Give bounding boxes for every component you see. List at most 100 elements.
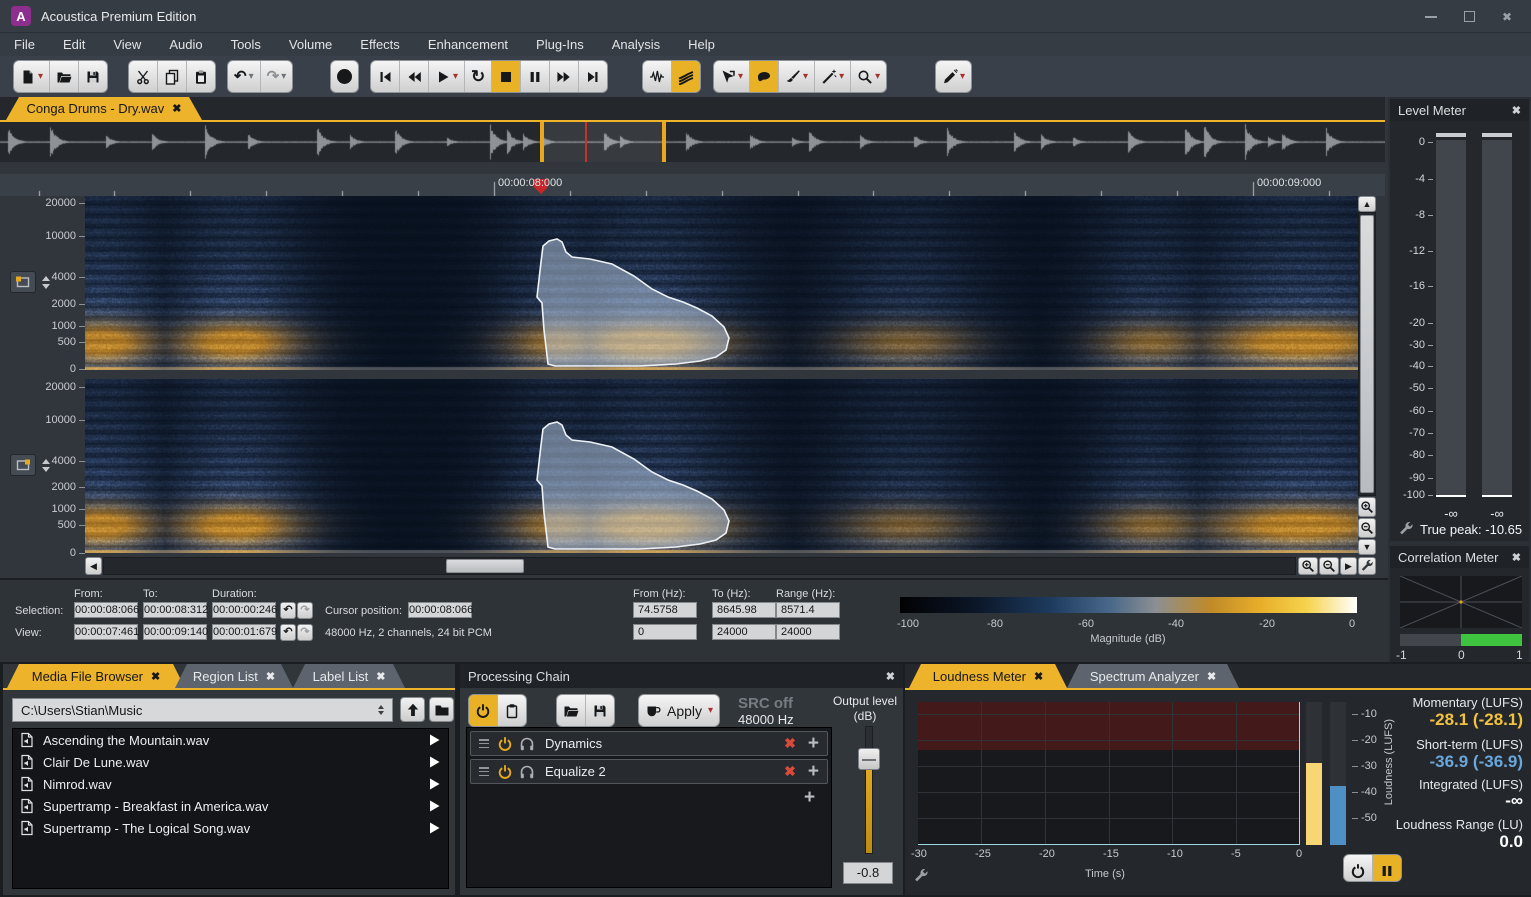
view-duration-field[interactable]: 00:00:01:679 [212,624,276,640]
tab-close-icon[interactable]: ✖ [266,670,275,683]
tab-close-icon[interactable]: ✖ [376,670,385,683]
view-from-hz-field[interactable]: 0 [633,624,697,640]
maximize-button[interactable] [1461,9,1477,25]
add-effect-icon[interactable]: + [808,734,819,753]
file-row[interactable]: Clair De Lune.wav [13,751,448,773]
channel-1-spinner[interactable] [40,271,51,293]
vertical-zoom-out-button[interactable] [1358,518,1376,538]
waveform-view-button[interactable] [643,61,672,92]
selection-to-hz-field[interactable]: 8645.98 [712,602,776,618]
remove-effect-icon[interactable]: ✖ [784,735,796,752]
view-region-right-handle[interactable] [662,122,666,162]
menu-analysis[interactable]: Analysis [598,33,674,56]
remove-effect-icon[interactable]: ✖ [784,763,796,780]
paste-button[interactable] [187,61,215,92]
menu-plugins[interactable]: Plug-Ins [522,33,598,56]
selection-duration-field[interactable]: 00:00:00:246 [212,602,276,618]
selection-range-hz-field[interactable]: 8571.4 [776,602,840,618]
correlation-meter-close-icon[interactable]: ✖ [1512,551,1521,564]
save-file-button[interactable] [79,61,107,92]
spectral-selection-channel-1[interactable] [85,196,1358,370]
minimize-button[interactable] [1423,9,1439,25]
brush-tool-button[interactable]: ▾ [779,61,815,92]
cut-button[interactable] [129,61,158,92]
skip-to-end-button[interactable] [579,61,607,92]
spectral-selection-channel-2[interactable] [85,379,1358,553]
pause-button[interactable] [521,61,550,92]
file-row[interactable]: Nimrod.wav [13,773,448,795]
vertical-scroll-down-button[interactable]: ▼ [1358,539,1376,555]
file-preview-play-button[interactable] [426,798,442,814]
menu-volume[interactable]: Volume [275,33,346,56]
new-file-button[interactable]: ▾ [14,61,50,92]
selection-from-hz-field[interactable]: 74.5758 [633,602,697,618]
fast-forward-button[interactable] [550,61,579,92]
chain-save-button[interactable] [586,695,614,726]
effect-monitor-icon[interactable] [519,764,535,780]
output-fader-handle[interactable] [858,748,880,770]
tab-spectrum-analyzer[interactable]: Spectrum Analyzer✖ [1067,664,1239,688]
menu-help[interactable]: Help [674,33,729,56]
select-tool-button[interactable]: ▾ [714,61,750,92]
retouch-tool-button[interactable]: ▾ [936,61,971,92]
drag-handle-icon[interactable] [479,739,489,748]
selection-redo-button[interactable]: ↷ [297,602,313,619]
add-effect-icon[interactable]: + [808,762,819,781]
cursor-position-field[interactable]: 00:00:08:066 [408,602,472,618]
file-row[interactable]: Ascending the Mountain.wav [13,729,448,751]
tab-region-list[interactable]: Region List✖ [175,664,293,688]
file-preview-play-button[interactable] [426,732,442,748]
selection-to-field[interactable]: 00:00:08:312 [143,602,207,618]
file-row[interactable]: Supertramp - Breakfast in America.wav [13,795,448,817]
tab-label-list[interactable]: Label List✖ [293,664,405,688]
chain-item-equalize-2[interactable]: Equalize 2 ✖ + [470,759,828,784]
folder-up-button[interactable] [400,697,425,722]
spectrogram-view-button[interactable] [672,61,700,92]
menu-view[interactable]: View [99,33,155,56]
tab-close-icon[interactable]: ✖ [1207,670,1216,683]
zoom-tool-button[interactable]: ▾ [851,61,886,92]
magic-wand-tool-button[interactable]: ▾ [815,61,851,92]
channel-2-select-button[interactable] [10,454,36,476]
channel-1-select-button[interactable] [10,271,36,293]
horizontal-scroll-left-button[interactable]: ◀ [85,557,102,575]
horizontal-zoom-out-button[interactable] [1319,557,1339,575]
file-preview-play-button[interactable] [426,754,442,770]
file-preview-play-button[interactable] [426,820,442,836]
zoom-settings-button[interactable] [1358,557,1376,575]
selection-undo-button[interactable]: ↶ [280,602,296,619]
output-level-value[interactable]: -0.8 [843,862,893,884]
loudness-reset-button[interactable] [1344,855,1373,882]
view-range-hz-field[interactable]: 24000 [776,624,840,640]
file-row[interactable]: Supertramp - The Logical Song.wav [13,817,448,839]
skip-to-start-button[interactable] [371,61,400,92]
menu-edit[interactable]: Edit [49,33,99,56]
overview-view-region[interactable] [540,122,666,162]
overview-waveform-canvas[interactable] [0,122,1385,162]
selection-from-field[interactable]: 00:00:08:066 [74,602,138,618]
time-ruler[interactable]: 00:00:08:000 00:00:09:000 [0,174,1385,196]
horizontal-scroll-right-button[interactable]: ▶ [1340,557,1357,575]
record-button[interactable] [331,61,358,92]
menu-enhancement[interactable]: Enhancement [414,33,522,56]
loudness-pause-button[interactable] [1373,855,1401,882]
vertical-scrollbar[interactable] [1358,212,1376,496]
browse-folder-button[interactable] [429,697,454,722]
level-meter-settings-icon[interactable] [1398,521,1414,537]
close-button[interactable]: ✖ [1499,9,1515,25]
view-undo-button[interactable]: ↶ [280,624,296,641]
channel-2-spinner[interactable] [40,454,51,476]
effect-name[interactable]: Equalize 2 [545,764,606,779]
redo-button[interactable]: ↷▾ [261,61,293,92]
file-preview-play-button[interactable] [426,776,442,792]
view-redo-button[interactable]: ↷ [297,624,313,641]
append-effect-icon[interactable]: + [804,788,815,807]
horizontal-scrollbar-thumb[interactable] [446,559,524,573]
tab-media-file-browser[interactable]: Media File Browser✖ [7,664,185,688]
processing-chain-close-icon[interactable]: ✖ [886,670,895,683]
copy-button[interactable] [158,61,187,92]
effect-power-icon[interactable] [497,736,513,752]
file-list[interactable]: Ascending the Mountain.wav Clair De Lune… [12,728,449,889]
document-tab-close-icon[interactable]: ✖ [172,102,181,115]
play-button[interactable]: ▾ [429,61,465,92]
